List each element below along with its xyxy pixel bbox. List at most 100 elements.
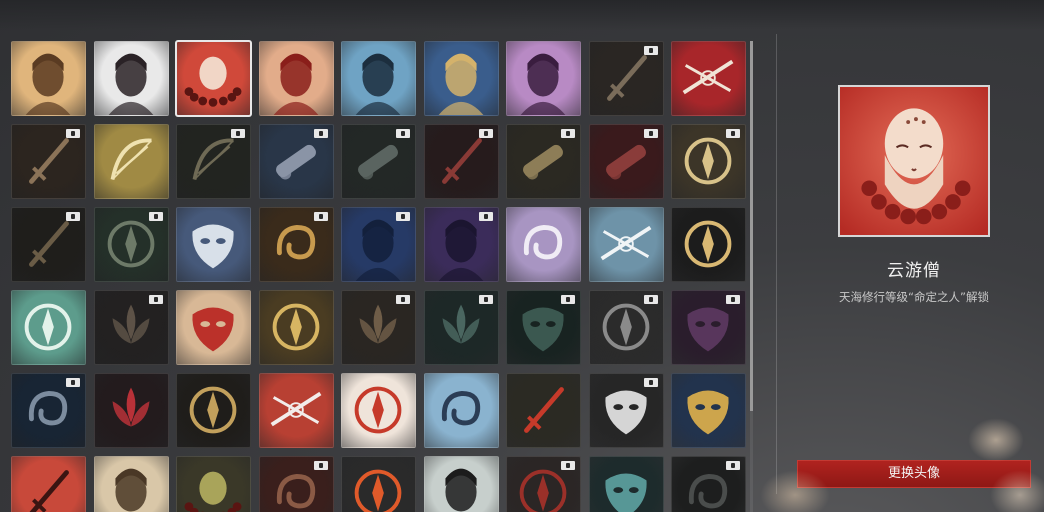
- wandering-monk-portrait-icon: [840, 87, 988, 235]
- purple-woman-portrait-icon: [520, 53, 566, 115]
- avatar-slot[interactable]: [506, 456, 581, 512]
- unlock-condition-text: 天海修行等级“命定之人”解锁: [839, 290, 989, 304]
- avatar-slot[interactable]: [671, 290, 746, 365]
- leaping-swordsman-icon: [600, 225, 651, 261]
- avatar-slot[interactable]: [671, 207, 746, 282]
- lock-badge-icon: [66, 129, 80, 138]
- avatar-slot[interactable]: [93, 456, 169, 512]
- avatar-slot[interactable]: [341, 207, 416, 282]
- avatar-slot[interactable]: [258, 456, 334, 512]
- red-umbrella-icon: [354, 386, 402, 434]
- avatar-slot[interactable]: [506, 373, 581, 448]
- avatar-slot[interactable]: [176, 207, 251, 282]
- avatar-slot[interactable]: [93, 290, 169, 365]
- avatar-slot[interactable]: [341, 124, 416, 199]
- avatar-slot[interactable]: [506, 41, 581, 116]
- wandering-monk-portrait-icon: [184, 56, 242, 107]
- avatar-slot[interactable]: [588, 207, 664, 282]
- avatar-slot[interactable]: [93, 41, 169, 116]
- avatar-slot[interactable]: [423, 290, 499, 365]
- jade-demon-ring-icon: [24, 303, 72, 351]
- lock-badge-icon: [313, 129, 328, 138]
- avatar-slot[interactable]: [258, 290, 334, 365]
- avatar-slot[interactable]: [588, 456, 664, 512]
- avatar-slot[interactable]: [11, 456, 86, 512]
- top-bar: [0, 0, 1044, 30]
- lock-badge-icon: [478, 212, 493, 221]
- young-man-portrait-icon: [25, 53, 71, 115]
- avatar-slot[interactable]: [176, 373, 251, 448]
- lock-badge-icon: [561, 129, 575, 138]
- lock-badge-icon: [643, 295, 658, 304]
- avatar-slot[interactable]: [423, 373, 499, 448]
- avatar-slot[interactable]: [341, 290, 416, 365]
- avatar-slot[interactable]: [423, 456, 499, 512]
- avatar-slot[interactable]: [506, 290, 581, 365]
- silver-dragon-mask-icon: [192, 224, 234, 269]
- avatar-slot[interactable]: [588, 290, 664, 365]
- avatar-slot[interactable]: [11, 41, 86, 116]
- red-lotus-icon: [112, 387, 150, 427]
- lock-badge-icon: [643, 129, 658, 138]
- lock-badge-icon: [148, 295, 163, 304]
- avatar-slot[interactable]: [423, 124, 499, 199]
- golden-trident-icon: [189, 386, 237, 434]
- avatar-slot[interactable]: [11, 373, 86, 448]
- avatar-slot[interactable]: [11, 290, 86, 365]
- avatar-slot[interactable]: [93, 124, 169, 199]
- crossed-swords-red-icon: [682, 59, 734, 95]
- golden-dragon-crown-portrait-icon: [438, 53, 483, 115]
- red-coin-charm-icon: [524, 387, 564, 433]
- avatar-slot[interactable]: [341, 373, 416, 448]
- avatar-slot[interactable]: [11, 207, 86, 282]
- avatar-slot[interactable]: [506, 207, 581, 282]
- avatar-slot[interactable]: [176, 456, 251, 512]
- avatar-slot[interactable]: [588, 124, 664, 199]
- avatar-slot[interactable]: [671, 456, 746, 512]
- lock-badge-icon: [313, 461, 328, 470]
- avatar-slot[interactable]: [506, 124, 581, 199]
- avatar-slot[interactable]: [588, 41, 664, 116]
- red-flute-icon: [29, 470, 69, 512]
- lock-badge-icon: [313, 212, 328, 221]
- avatar-slot[interactable]: [176, 124, 251, 199]
- golden-vajra-icon: [684, 220, 732, 268]
- avatar-slot[interactable]: [176, 290, 251, 365]
- avatar-slot[interactable]: [258, 124, 334, 199]
- lock-badge-icon: [726, 129, 740, 138]
- avatar-slot[interactable]: [671, 41, 746, 116]
- avatar-slot[interactable]: [588, 373, 664, 448]
- avatar-slot[interactable]: [175, 40, 252, 117]
- jade-buddha-icon: [184, 471, 242, 512]
- avatar-slot[interactable]: [341, 41, 416, 116]
- lock-badge-icon: [396, 295, 410, 304]
- avatar-slot[interactable]: [423, 41, 499, 116]
- lock-badge-icon: [396, 212, 410, 221]
- selected-avatar-preview: [838, 85, 990, 237]
- avatar-slot[interactable]: [11, 124, 86, 199]
- avatar-slot[interactable]: [258, 373, 334, 448]
- scrollbar-thumb[interactable]: [750, 41, 753, 411]
- avatar-slot[interactable]: [258, 207, 334, 282]
- avatar-slot[interactable]: [93, 373, 169, 448]
- red-lantern-icon: [354, 469, 402, 512]
- golden-bow-icon: [110, 138, 152, 181]
- avatar-slot[interactable]: [671, 373, 746, 448]
- lock-badge-icon: [726, 295, 740, 304]
- lock-badge-icon: [561, 461, 575, 470]
- change-avatar-button[interactable]: 更换头像: [797, 460, 1031, 488]
- avatar-slot[interactable]: [93, 207, 169, 282]
- paper-crane-icon: [270, 391, 321, 427]
- hooded-woman-portrait-icon: [108, 53, 153, 115]
- fox-figure-icon: [114, 468, 147, 512]
- avatar-slot[interactable]: [341, 456, 416, 512]
- avatar-slot[interactable]: [258, 41, 334, 116]
- avatar-slot[interactable]: [423, 207, 499, 282]
- avatar-slot[interactable]: [671, 124, 746, 199]
- lantern-glow: [968, 418, 1024, 462]
- panel-divider: [776, 34, 777, 494]
- avatar-grid: [11, 40, 746, 512]
- lock-badge-icon: [66, 378, 80, 387]
- gourd-waves-icon: [441, 391, 480, 426]
- golden-masquerade-mask-icon: [687, 390, 729, 435]
